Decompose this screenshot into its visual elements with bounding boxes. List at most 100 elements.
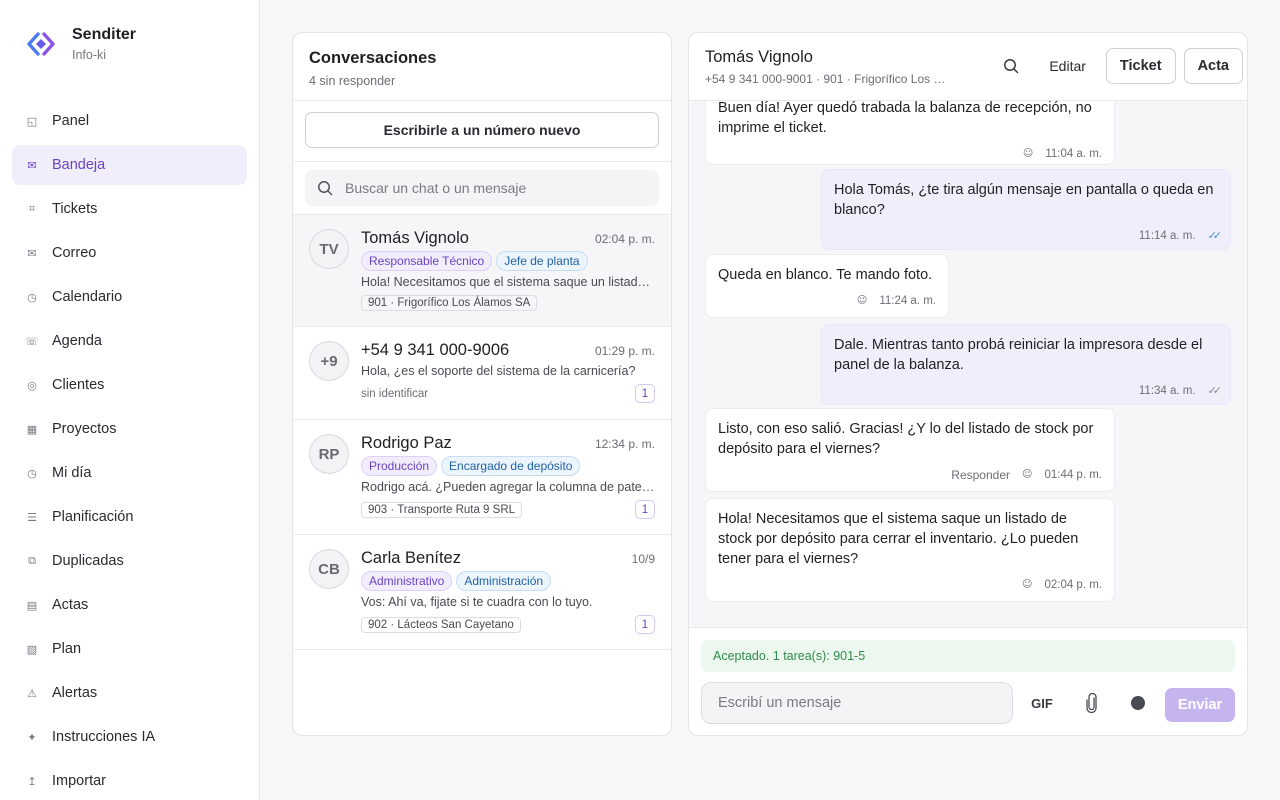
- sidebar-item-label: Calendario: [52, 289, 123, 305]
- sidebar-item-label: Agenda: [52, 333, 102, 349]
- sidebar-item-plan[interactable]: ▧ Plan: [12, 629, 247, 669]
- avatar: RP: [309, 434, 349, 474]
- sidebar-item-actas[interactable]: ▤ Actas: [12, 585, 247, 625]
- company-badge: 901 · Frigorífico Los Álamos SA: [361, 295, 538, 311]
- gif-button[interactable]: GIF: [1023, 688, 1061, 718]
- duplicate-icon: ⧉: [28, 554, 36, 567]
- search-messages-button[interactable]: [993, 48, 1029, 84]
- brand[interactable]: Senditer Info-ki: [24, 26, 136, 62]
- contact-name: Carla Benítez: [361, 549, 461, 567]
- contact-name: Rodrigo Paz: [361, 434, 452, 452]
- message-input[interactable]: [701, 682, 1013, 724]
- message-text: Hola! Necesitamos que el sistema saque u…: [718, 511, 1079, 567]
- delivered-icon: ✓✓: [1207, 384, 1223, 397]
- chat-item-footer: 901 · Frigorífico Los Álamos SA: [361, 295, 655, 311]
- sidebar-item-planificacion[interactable]: ☰ Planificación: [12, 497, 247, 537]
- chat-item-header: +54 9 341 000-9006 01:29 p. m.: [361, 341, 655, 360]
- chat-list-item[interactable]: CB Carla Benítez 10/9 Administrativo Adminis…: [293, 535, 671, 650]
- role-tag: Administrativo: [361, 571, 453, 591]
- sidebar-item-proyectos[interactable]: ▦ Proyectos: [12, 409, 247, 449]
- message-preview: Vos: Ahí va, fijate si te cuadra con lo …: [361, 595, 593, 609]
- acta-button[interactable]: Acta: [1183, 48, 1243, 84]
- search-box[interactable]: [305, 170, 659, 206]
- record-audio-button[interactable]: [1123, 688, 1153, 718]
- sidebar-nav: ◱ Panel ✉ Bandeja ⌗ Tickets ✉ Correo ◷ Calendario…: [12, 101, 247, 800]
- reaction-icon[interactable]: ☺: [1022, 575, 1032, 595]
- message-preview: Hola! Necesitamos que el sistema saque u…: [361, 275, 655, 289]
- reply-link[interactable]: Responder: [951, 465, 1010, 485]
- plan-icon: ▧: [26, 642, 38, 656]
- sidebar-item-label: Panel: [52, 113, 90, 129]
- incoming-message[interactable]: Listo, con eso salió. Gracias! ¿Y lo del…: [705, 408, 1115, 492]
- projects-icon: ▦: [26, 422, 38, 436]
- contact-name: +54 9 341 000-9006: [361, 341, 510, 359]
- unidentified-label: sin identificar: [361, 387, 429, 400]
- attach-button[interactable]: [1077, 688, 1107, 718]
- chat-item-footer: sin identificar 1: [361, 384, 655, 403]
- sidebar-item-bandeja[interactable]: ✉ Bandeja: [12, 145, 247, 185]
- sidebar-item-tickets[interactable]: ⌗ Tickets: [12, 189, 247, 229]
- reaction-icon[interactable]: ☺: [1023, 144, 1033, 164]
- ticket-icon: ⌗: [28, 202, 36, 215]
- edit-contact-button[interactable]: Editar: [1037, 48, 1098, 84]
- new-chat-section: Escribirle a un número nuevo: [293, 101, 671, 162]
- chat-list-item[interactable]: RP Rodrigo Paz 12:34 p. m. Producción Encarg…: [293, 420, 671, 535]
- reaction-icon[interactable]: ☺: [857, 291, 867, 311]
- reaction-icon[interactable]: ☺: [1022, 465, 1032, 485]
- sidebar-item-label: Correo: [52, 245, 97, 261]
- chat-list-item[interactable]: +9 +54 9 341 000-9006 01:29 p. m. Hola, ¿es…: [293, 327, 671, 420]
- chat-item-header: Carla Benítez 10/9: [361, 549, 655, 568]
- message-text: Queda en blanco. Te mando foto.: [718, 267, 933, 283]
- record-icon: [1131, 696, 1145, 710]
- incoming-message[interactable]: Hola! Necesitamos que el sistema saque u…: [705, 498, 1115, 602]
- new-chat-button[interactable]: Escribirle a un número nuevo: [305, 112, 659, 148]
- sidebar-item-duplicadas[interactable]: ⧉ Duplicadas: [12, 541, 247, 581]
- sidebar-item-importar[interactable]: ↥ Importar: [12, 761, 247, 800]
- company-badge: 902 · Lácteos San Cayetano: [361, 616, 521, 633]
- sidebar-item-panel[interactable]: ◱ Panel: [12, 101, 247, 141]
- incoming-message[interactable]: Queda en blanco. Te mando foto. ☺ 11:24 a.…: [705, 254, 949, 318]
- sidebar-item-label: Instrucciones IA: [52, 729, 156, 745]
- sidebar-item-alertas[interactable]: ⚠ Alertas: [12, 673, 247, 713]
- sidebar-item-clientes[interactable]: ◎ Clientes: [12, 365, 247, 405]
- message-time: 02:04 p. m.: [1044, 579, 1102, 591]
- sidebar-item-mi-dia[interactable]: ◷ Mi día: [12, 453, 247, 493]
- send-button[interactable]: Enviar: [1165, 688, 1235, 722]
- mail-icon: ✉: [27, 246, 37, 260]
- message-meta: ☺ 02:04 p. m.: [718, 575, 1102, 595]
- phone-book-icon: ☏: [25, 334, 39, 348]
- role-tag: Jefe de planta: [496, 251, 588, 271]
- search-section: [293, 162, 671, 215]
- message-time: 11:04 a. m.: [1045, 148, 1102, 160]
- read-receipt-icon: ✓✓: [1207, 229, 1223, 242]
- role-tag: Encargado de depósito: [441, 456, 581, 476]
- unread-count-badge: 1: [635, 384, 655, 403]
- sidebar-item-correo[interactable]: ✉ Correo: [12, 233, 247, 273]
- alert-icon: ⚠: [27, 686, 37, 700]
- contact-details: +54 9 341 000-9001 · 901 · Frigorífico L…: [705, 72, 953, 86]
- contact-name: Tomás Vignolo: [361, 229, 469, 247]
- chat-item-footer: 903 · Transporte Ruta 9 SRL 1: [361, 500, 655, 519]
- clients-icon: ◎: [27, 378, 37, 392]
- message-thread[interactable]: Buen día! Ayer quedó trabada la balanza …: [689, 101, 1247, 627]
- sidebar-item-label: Plan: [52, 641, 82, 657]
- search-input[interactable]: [345, 180, 635, 196]
- avatar: +9: [309, 341, 349, 381]
- chat-item-footer: 902 · Lácteos San Cayetano 1: [361, 615, 655, 634]
- conversations-panel: Conversaciones 4 sin responder Escribirl…: [292, 32, 672, 736]
- sidebar-item-instrucciones-ia[interactable]: ✦ Instrucciones IA: [12, 717, 247, 757]
- timestamp: 10/9: [631, 552, 655, 566]
- conversations-title: Conversaciones: [309, 49, 437, 67]
- chat-header: Tomás Vignolo +54 9 341 000-9001 · 901 ·…: [689, 33, 1247, 101]
- sidebar-item-agenda[interactable]: ☏ Agenda: [12, 321, 247, 361]
- message-preview: Hola, ¿es el soporte del sistema de la c…: [361, 364, 636, 378]
- sidebar-item-calendario[interactable]: ◷ Calendario: [12, 277, 247, 317]
- incoming-message[interactable]: Buen día! Ayer quedó trabada la balanza …: [705, 101, 1115, 165]
- search-icon: [318, 181, 333, 196]
- chat-panel: Tomás Vignolo +54 9 341 000-9001 · 901 ·…: [688, 32, 1248, 736]
- chat-list-item[interactable]: TV Tomás Vignolo 02:04 p. m. Responsable Té…: [293, 215, 671, 327]
- outgoing-message[interactable]: Hola Tomás, ¿te tira algún mensaje en pa…: [821, 169, 1231, 250]
- sidebar-item-label: Bandeja: [52, 157, 106, 173]
- outgoing-message[interactable]: Dale. Mientras tanto probá reiniciar la …: [821, 324, 1231, 405]
- ticket-button[interactable]: Ticket: [1105, 48, 1176, 84]
